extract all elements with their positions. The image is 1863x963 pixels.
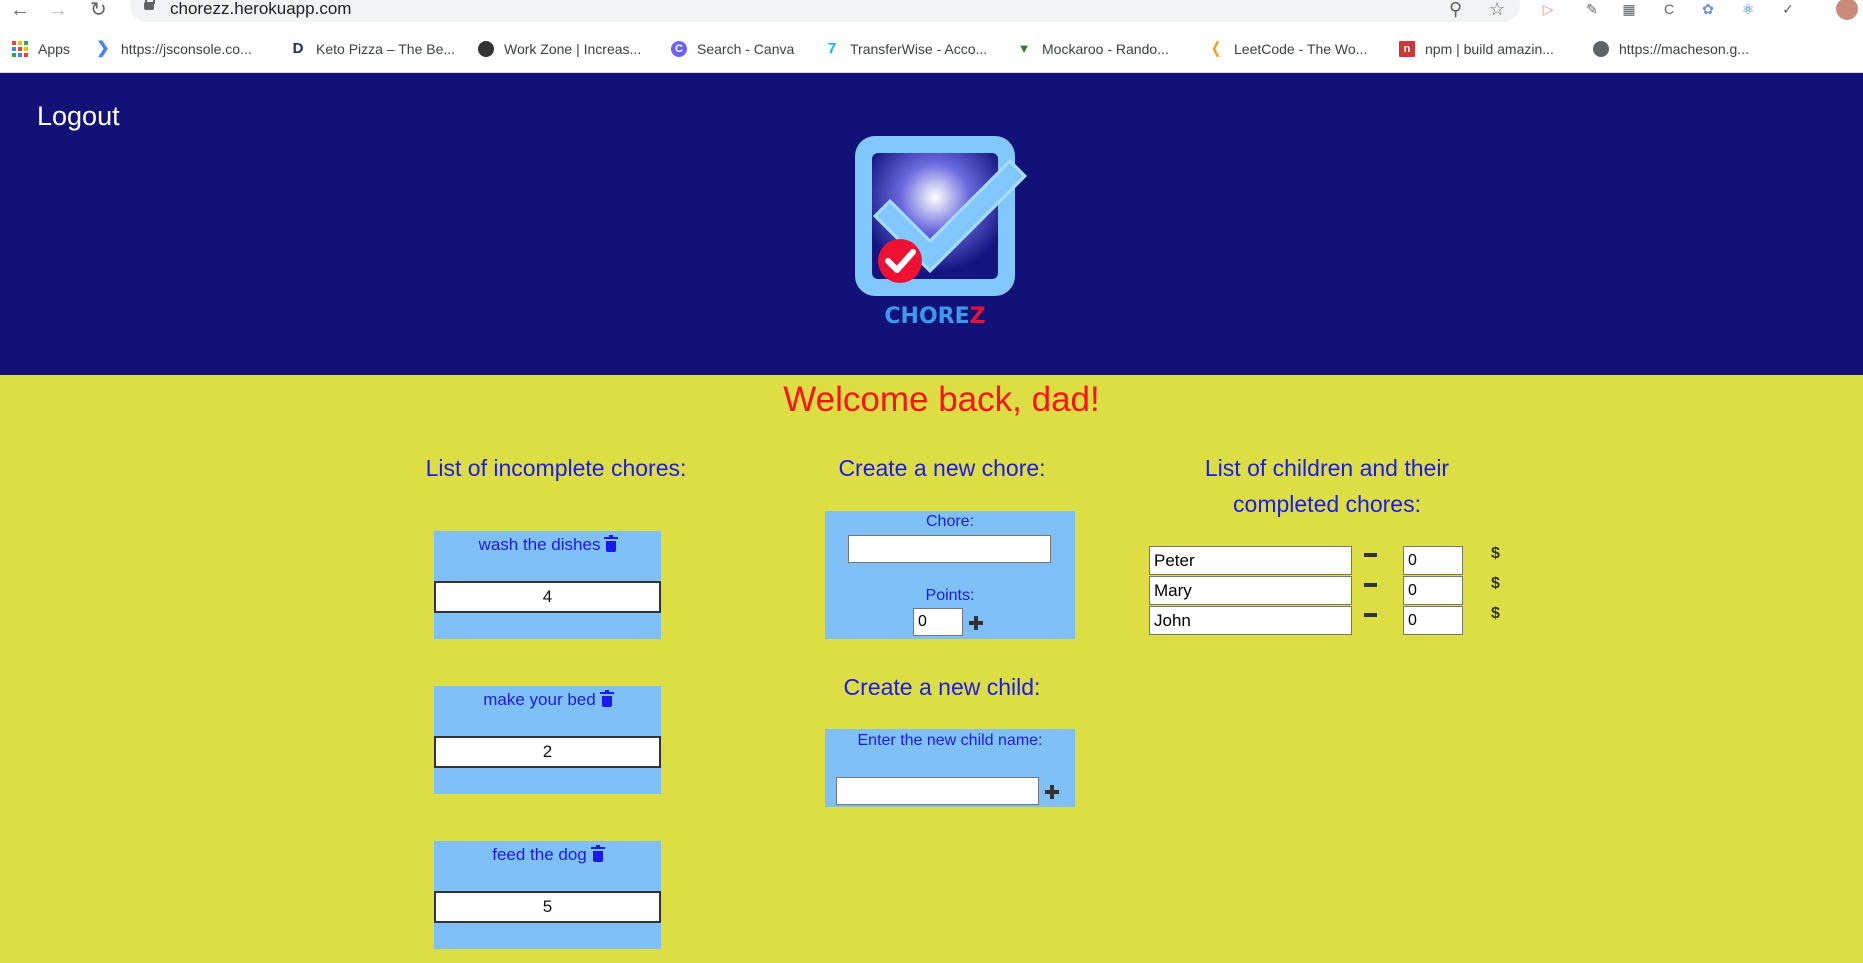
- extension-image-icon[interactable]: ▦: [1618, 0, 1640, 20]
- bookmark-apps[interactable]: Apps: [12, 36, 70, 62]
- welcome-heading: Welcome back, dad!: [783, 380, 1100, 419]
- bookmark-label: npm | build amazin...: [1425, 41, 1554, 57]
- points-label: Points:: [925, 587, 975, 604]
- chore-label: Chore:: [925, 513, 975, 530]
- minus-icon[interactable]: [1364, 583, 1377, 587]
- child-count-field[interactable]: 0: [1403, 546, 1463, 575]
- workzone-icon: [478, 41, 494, 57]
- leetcode-icon: ❬: [1209, 40, 1223, 57]
- globe-icon: [1593, 41, 1609, 57]
- chore-name: feed the dog: [492, 845, 587, 864]
- extension-picker-icon[interactable]: ✎: [1581, 0, 1603, 20]
- zoom-icon[interactable]: ⚲: [1449, 0, 1462, 18]
- child-name-field[interactable]: Mary: [1149, 576, 1352, 605]
- extension-cast-icon[interactable]: ▷: [1537, 0, 1559, 20]
- dollar-icon[interactable]: $: [1491, 605, 1500, 623]
- bookmark-label: Apps: [38, 41, 70, 57]
- forward-arrow-icon[interactable]: →: [48, 0, 68, 20]
- bookmark-macheson[interactable]: https://macheson.g...: [1593, 36, 1749, 62]
- create-chore-form: Chore: Points: 0: [825, 511, 1075, 639]
- react-devtools-icon[interactable]: ⚛: [1737, 0, 1759, 20]
- canva-icon: C: [671, 41, 687, 57]
- bookmark-canva[interactable]: C Search - Canva: [671, 36, 794, 62]
- app-header: Logout CHOREZ: [0, 73, 1863, 375]
- bookmark-label: Work Zone | Increas...: [504, 41, 642, 57]
- chore-name: wash the dishes: [478, 535, 601, 554]
- reload-icon[interactable]: ↻: [90, 0, 107, 20]
- children-title-line: List of children and their: [1204, 455, 1450, 481]
- chore-card: feed the dog 5: [434, 841, 661, 949]
- incomplete-chores-title: List of incomplete chores:: [425, 455, 687, 481]
- child-count-field[interactable]: 0: [1403, 606, 1463, 635]
- bookmark-jsconsole[interactable]: ❯ https://jsconsole.co...: [95, 36, 252, 62]
- lock-icon: [144, 0, 155, 10]
- bookmark-label: https://jsconsole.co...: [121, 41, 252, 57]
- chore-points-field[interactable]: 2: [434, 736, 661, 768]
- d-logo-icon: D: [292, 40, 304, 57]
- create-child-title: Create a new child:: [843, 674, 1041, 700]
- bookmark-mockaroo[interactable]: ▼ Mockaroo - Rando...: [1016, 36, 1169, 62]
- bookmark-work-zone[interactable]: Work Zone | Increas...: [478, 36, 641, 62]
- trash-icon[interactable]: [599, 690, 614, 707]
- extension-feather-icon[interactable]: ✿: [1697, 0, 1719, 20]
- bookmark-npm[interactable]: n npm | build amazin...: [1399, 36, 1554, 62]
- create-chore-title: Create a new chore:: [838, 455, 1046, 481]
- url-text[interactable]: chorezz.herokuapp.com: [170, 0, 351, 18]
- child-name-field[interactable]: John: [1149, 606, 1352, 635]
- bookmark-label: https://macheson.g...: [1619, 41, 1749, 57]
- bookmark-keto-pizza[interactable]: D Keto Pizza – The Be...: [290, 36, 455, 62]
- bookmark-leetcode[interactable]: ❬ LeetCode - The Wo...: [1208, 36, 1368, 62]
- trash-icon[interactable]: [590, 845, 605, 862]
- chore-points-field[interactable]: 4: [434, 581, 661, 613]
- back-arrow-icon[interactable]: ←: [10, 0, 30, 20]
- chevron-icon: ❯: [96, 40, 110, 57]
- trash-icon[interactable]: [604, 535, 619, 552]
- dollar-icon[interactable]: $: [1491, 545, 1500, 563]
- apps-grid-icon: [12, 41, 28, 57]
- chorez-logo: CHOREZ: [855, 136, 1028, 329]
- child-name-label: Enter the new child name:: [857, 732, 1043, 749]
- transferwise-icon: 7: [827, 40, 837, 57]
- browser-chrome: ← → ↻ chorezz.herokuapp.com ⚲ ☆ ▷ ✎ ▦ C …: [0, 0, 1863, 73]
- star-icon[interactable]: ☆: [1489, 0, 1505, 18]
- child-name-field[interactable]: Peter: [1149, 546, 1352, 575]
- chore-card: make your bed 2: [434, 686, 661, 794]
- minus-icon[interactable]: [1364, 613, 1377, 617]
- dollar-icon[interactable]: $: [1491, 575, 1500, 593]
- minus-icon[interactable]: [1364, 553, 1377, 557]
- npm-icon: n: [1399, 41, 1415, 57]
- extension-check-icon[interactable]: ✓: [1777, 0, 1799, 20]
- bookmark-label: Search - Canva: [697, 41, 795, 57]
- bookmark-transferwise[interactable]: 7 TransferWise - Acco...: [824, 36, 987, 62]
- chore-input[interactable]: [848, 535, 1051, 563]
- child-name-input[interactable]: [836, 777, 1039, 805]
- chore-points-field[interactable]: 5: [434, 891, 661, 923]
- logout-link[interactable]: Logout: [37, 101, 120, 132]
- add-child-plus-icon[interactable]: [1045, 785, 1059, 799]
- bookmark-label: TransferWise - Acco...: [850, 41, 988, 57]
- chore-card: wash the dishes 4: [434, 531, 661, 639]
- bookmarks-bar: Apps ❯ https://jsconsole.co... D Keto Pi…: [0, 36, 1863, 62]
- create-child-form: Enter the new child name:: [825, 729, 1075, 807]
- add-chore-plus-icon[interactable]: [969, 616, 983, 630]
- profile-avatar[interactable]: [1836, 0, 1858, 20]
- children-title-line: completed chores:: [1233, 491, 1421, 517]
- children-title: List of children and their completed cho…: [1170, 450, 1484, 522]
- bookmark-label: LeetCode - The Wo...: [1234, 41, 1368, 57]
- child-count-field[interactable]: 0: [1403, 576, 1463, 605]
- bookmark-label: Keto Pizza – The Be...: [316, 41, 456, 57]
- mockaroo-icon: ▼: [1017, 41, 1031, 56]
- chore-name: make your bed: [483, 690, 596, 709]
- svg-text:CHOREZ: CHOREZ: [884, 304, 985, 329]
- extension-c-icon[interactable]: C: [1658, 0, 1680, 20]
- points-input[interactable]: 0: [913, 608, 963, 636]
- bookmark-label: Mockaroo - Rando...: [1042, 41, 1169, 57]
